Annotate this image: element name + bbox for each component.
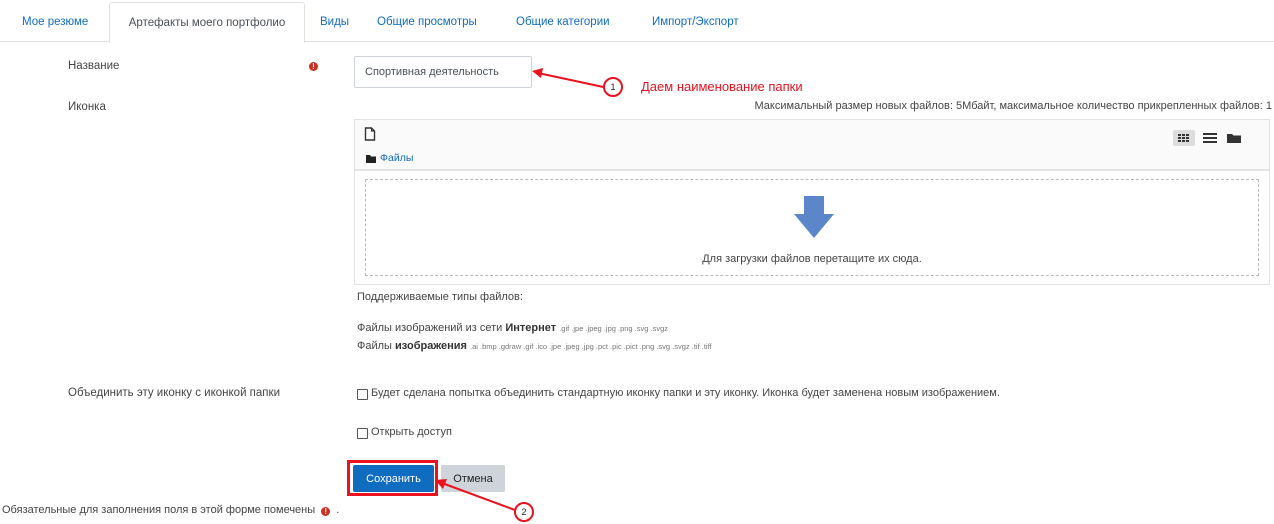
add-file-icon[interactable]: [364, 127, 376, 141]
merge-icon-checkbox-text: Будет сделана попытка объединить стандар…: [371, 387, 1000, 399]
max-file-size-text: Максимальный размер новых файлов: 5Мбайт…: [754, 100, 1272, 112]
name-label: Название: [68, 60, 120, 72]
merge-icon-checkbox[interactable]: [357, 389, 368, 400]
annotation-arrow-2-icon: [435, 479, 516, 511]
open-access-checkbox[interactable]: [357, 428, 368, 439]
annotation-step-2: 2: [514, 502, 534, 522]
tab-portfolio-artifacts[interactable]: Артефакты моего портфолио: [109, 2, 305, 43]
icon-label: Иконка: [68, 101, 106, 113]
annotation-step-1: 1: [603, 77, 623, 97]
tab-views[interactable]: Виды: [320, 0, 349, 40]
annotation-arrow-1-icon: [532, 68, 609, 89]
filepicker-toolbar: Файлы: [354, 119, 1270, 170]
tab-shared-views[interactable]: Общие просмотры: [377, 0, 477, 40]
upload-arrow-icon: [794, 196, 834, 238]
tab-shared-categories[interactable]: Общие категории: [516, 0, 610, 40]
name-input[interactable]: [354, 56, 532, 88]
view-icons-icon[interactable]: [1173, 130, 1195, 146]
file-type-web-images: Файлы изображений из сети Интернет .gif …: [357, 322, 669, 334]
required-fields-note: Обязательные для заполнения поля в этой …: [2, 504, 340, 516]
annotation-highlight-save: [347, 460, 438, 496]
required-icon: !: [321, 507, 331, 516]
view-tree-icon[interactable]: [1227, 133, 1241, 143]
files-folder-link[interactable]: Файлы: [380, 152, 413, 164]
tab-bar: Мое резюме Артефакты моего портфолио Вид…: [0, 0, 1274, 43]
merge-icon-label: Объединить эту иконку с иконкой папки: [68, 387, 280, 399]
view-list-icon[interactable]: [1203, 133, 1217, 143]
file-type-images: Файлы изображения .ai .bmp .gdraw .gif .…: [357, 340, 712, 352]
required-icon: !: [309, 62, 318, 71]
tab-import-export[interactable]: Импорт/Экспорт: [652, 0, 739, 40]
supported-types-label: Поддерживаемые типы файлов:: [357, 291, 523, 303]
open-access-checkbox-text: Открыть доступ: [371, 426, 452, 438]
file-drop-zone[interactable]: Для загрузки файлов перетащите их сюда.: [354, 170, 1270, 285]
drop-hint-text: Для загрузки файлов перетащите их сюда.: [702, 253, 922, 265]
annotation-step-1-text: Даем наименование папки: [641, 79, 803, 94]
tab-my-resume[interactable]: Мое резюме: [22, 0, 88, 40]
folder-icon: [366, 155, 376, 163]
